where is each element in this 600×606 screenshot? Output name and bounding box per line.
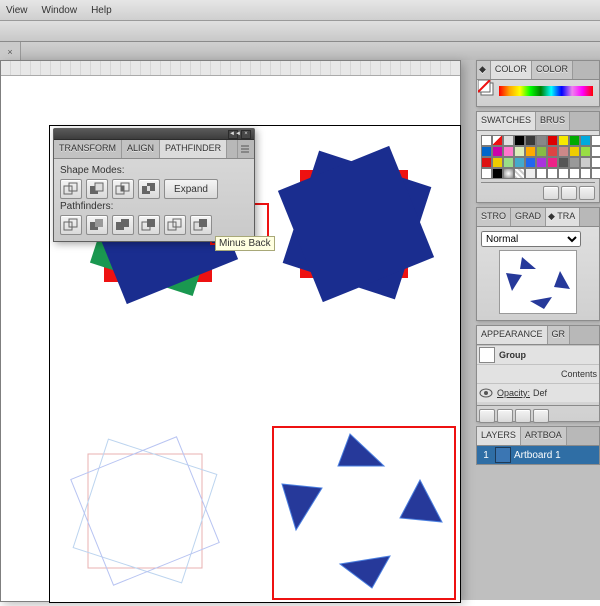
transparency-panel: STRO GRAD ◆ TRA Normal xyxy=(476,207,600,321)
color-tab-handle: ◆ xyxy=(477,61,491,79)
shapemode-intersect[interactable] xyxy=(112,179,134,199)
appearance-opacity-value: Def xyxy=(533,388,547,398)
layer-color-chip xyxy=(495,447,511,463)
visibility-icon[interactable] xyxy=(479,387,493,399)
shape-modes-label: Shape Modes: xyxy=(60,165,248,176)
tab-align[interactable]: ALIGN xyxy=(122,140,160,158)
tab-pathfinder[interactable]: PATHFINDER xyxy=(160,140,227,158)
appearance-thumb xyxy=(479,347,495,363)
tab-layers[interactable]: LAYERS xyxy=(477,427,521,445)
clear-appearance-icon[interactable] xyxy=(533,409,549,423)
tab-brushes[interactable]: BRUS xyxy=(536,112,570,130)
panel-close-button[interactable]: × xyxy=(241,130,251,139)
right-panel-dock: ◆ COLOR COLOR SWATCHES BRUS xyxy=(476,60,600,600)
swatches-grid[interactable] xyxy=(481,135,595,179)
pathfinder-outline[interactable] xyxy=(164,215,186,235)
layer-row[interactable]: 1 Artboard 1 xyxy=(477,446,599,464)
new-fill-icon[interactable] xyxy=(479,409,495,423)
swatch-libraries-icon[interactable] xyxy=(543,186,559,200)
pathfinders-label: Pathfinders: xyxy=(60,201,248,212)
pathfinder-titlebar[interactable]: ◄◄ × xyxy=(54,129,254,140)
layer-name: Artboard 1 xyxy=(514,450,561,461)
pathfinder-minus-back[interactable] xyxy=(190,215,212,235)
tab-color[interactable]: COLOR xyxy=(491,61,532,79)
blend-mode-select[interactable]: Normal xyxy=(481,231,581,247)
tab-transform[interactable]: TRANSFORM xyxy=(54,140,122,158)
color-spectrum[interactable] xyxy=(499,86,593,96)
tab-stroke[interactable]: STRO xyxy=(477,208,511,226)
application-menubar: View Window Help xyxy=(0,0,600,21)
appearance-opacity-label: Opacity: xyxy=(497,388,530,398)
new-stroke-icon[interactable] xyxy=(497,409,513,423)
shape-group-bottom-left[interactable] xyxy=(60,426,240,606)
pathfinder-divide[interactable] xyxy=(60,215,82,235)
control-bar xyxy=(0,21,600,42)
tab-gradient[interactable]: GRAD xyxy=(511,208,546,226)
menu-help[interactable]: Help xyxy=(91,5,112,16)
tab-color-guide[interactable]: COLOR xyxy=(532,61,573,79)
expand-button[interactable]: Expand xyxy=(164,179,218,199)
pathfinder-crop[interactable] xyxy=(138,215,160,235)
ruler-horizontal xyxy=(1,61,460,76)
pathfinder-merge[interactable] xyxy=(112,215,134,235)
fill-stroke-icon[interactable] xyxy=(478,80,494,96)
workspace: ◄◄ × TRANSFORM ALIGN PATHFINDER Shape Mo… xyxy=(0,60,600,600)
tab-artboards[interactable]: ARTBOA xyxy=(521,427,567,445)
pathfinder-body: Shape Modes: Expand Pathfinders: xyxy=(54,159,254,241)
layer-number: 1 xyxy=(480,450,492,461)
pathfinder-panel[interactable]: ◄◄ × TRANSFORM ALIGN PATHFINDER Shape Mo… xyxy=(53,128,255,242)
shape-group-top-right[interactable] xyxy=(270,136,460,326)
menu-window[interactable]: Window xyxy=(42,5,78,16)
tab-swatches[interactable]: SWATCHES xyxy=(477,112,536,130)
pathfinder-tabs: TRANSFORM ALIGN PATHFINDER xyxy=(54,140,254,159)
tooltip-minus-back: Minus Back xyxy=(215,236,275,251)
appearance-panel: APPEARANCE GR Group Contents Opacity: De… xyxy=(476,325,600,422)
shapemode-exclude[interactable] xyxy=(138,179,160,199)
shapemode-minus-front[interactable] xyxy=(86,179,108,199)
new-effect-icon[interactable] xyxy=(515,409,531,423)
tab-graphic-styles[interactable]: GR xyxy=(548,326,571,344)
swatches-panel: SWATCHES BRUS xyxy=(476,111,600,203)
document-tab-close[interactable]: × xyxy=(0,42,21,61)
tab-appearance[interactable]: APPEARANCE xyxy=(477,326,548,344)
layers-panel: LAYERS ARTBOA 1 Artboard 1 xyxy=(476,426,600,465)
panel-collapse-button[interactable]: ◄◄ xyxy=(228,130,238,139)
shapemode-unite[interactable] xyxy=(60,179,82,199)
panel-menu-icon[interactable] xyxy=(237,140,254,158)
shape-group-bottom-right[interactable] xyxy=(272,426,452,598)
pathfinder-trim[interactable] xyxy=(86,215,108,235)
color-panel: ◆ COLOR COLOR xyxy=(476,60,600,107)
swatch-options-icon[interactable] xyxy=(579,186,595,200)
menu-view[interactable]: View xyxy=(6,5,28,16)
appearance-contents-label: Contents xyxy=(561,369,597,379)
swatch-kind-icon[interactable] xyxy=(561,186,577,200)
transparency-thumbnail xyxy=(499,250,577,314)
appearance-target-name: Group xyxy=(499,350,526,360)
tab-transparency[interactable]: ◆ TRA xyxy=(546,208,580,226)
